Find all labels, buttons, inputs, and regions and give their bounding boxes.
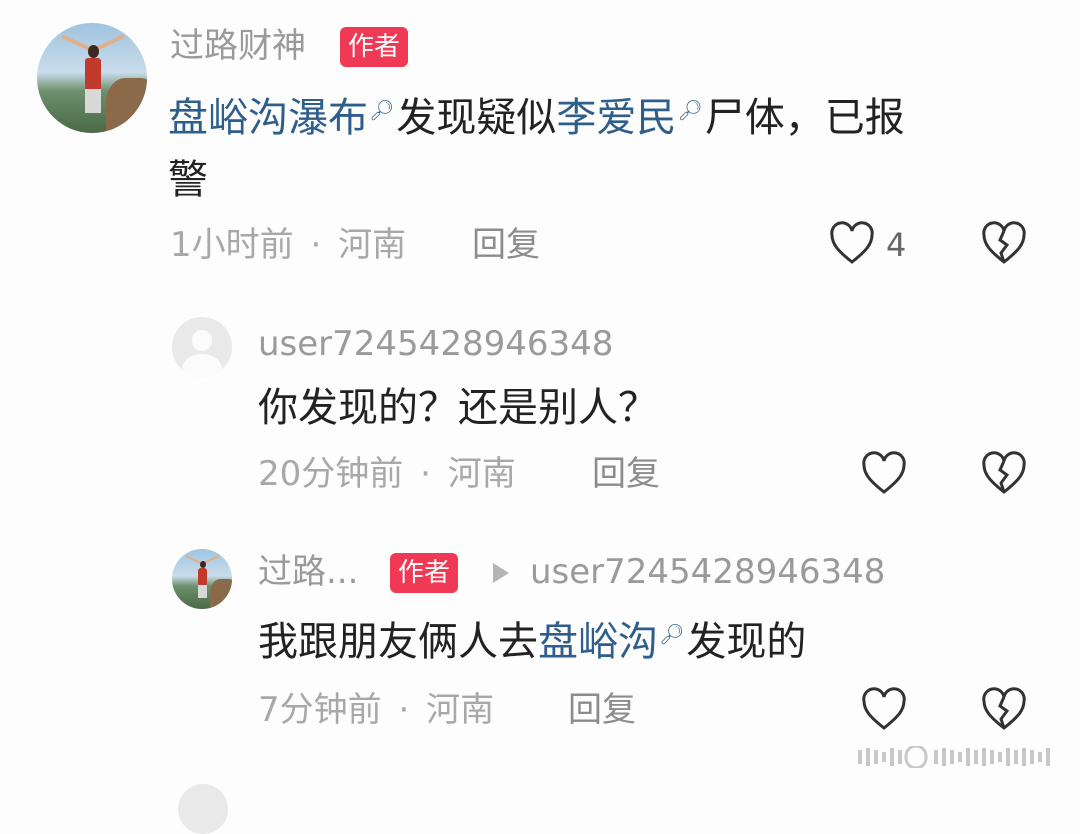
search-icon: 🔎︎ [369, 97, 395, 122]
broken-heart-icon [982, 451, 1026, 494]
comment-meta: 20分钟前 · 河南 [258, 457, 516, 491]
search-icon: 🔎︎ [659, 621, 685, 646]
comment-author-name[interactable]: 过路... [258, 555, 358, 589]
heart-icon [862, 687, 906, 730]
reply-button[interactable]: 回复 [472, 228, 540, 262]
dislike-button[interactable] [980, 220, 1028, 268]
comment-text: 盘峪沟瀑布🔎︎发现疑似李爱民🔎︎尸体，已报 [168, 88, 905, 148]
watermark-logo [858, 746, 1050, 768]
comment-text-segment: 发现疑似 [396, 95, 557, 141]
reply-button[interactable]: 回复 [592, 457, 660, 491]
meta-separator: · [398, 690, 410, 730]
comment-location: 河南 [426, 690, 495, 730]
author-avatar[interactable] [172, 549, 232, 609]
author-avatar[interactable] [37, 23, 147, 133]
heart-icon [862, 451, 906, 494]
meta-separator: · [420, 454, 431, 494]
comment-text: 我跟朋友俩人去盘峪沟🔎︎发现的 [258, 612, 806, 672]
meta-separator: · [310, 225, 322, 265]
comment-location: 河南 [338, 225, 407, 265]
like-count: 4 [886, 226, 907, 264]
comment-meta: 7分钟前 · 河南 [258, 693, 494, 727]
like-button[interactable] [860, 686, 908, 734]
author-badge: 作者 [340, 27, 409, 67]
author-badge: 作者 [390, 553, 459, 593]
comment-text-segment: 发现的 [686, 619, 807, 665]
broken-heart-icon [982, 687, 1026, 730]
reply-to-user[interactable]: user7245428946348 [530, 555, 885, 589]
comment-text-segment: 尸体，已报 [704, 95, 905, 141]
comment-location: 河南 [447, 454, 516, 494]
comment-text-segment: 我跟朋友俩人去 [258, 619, 538, 665]
broken-heart-icon [982, 221, 1026, 264]
reply-button[interactable]: 回复 [568, 693, 636, 727]
like-button[interactable] [860, 450, 908, 498]
dislike-button[interactable] [980, 686, 1028, 734]
triangle-right-icon [493, 563, 509, 583]
like-button[interactable] [828, 220, 876, 268]
dislike-button[interactable] [980, 450, 1028, 498]
comment-time: 20分钟前 [258, 454, 404, 494]
comment-time: 1小时前 [170, 225, 294, 265]
comment-text: 你发现的？还是别人？ [258, 385, 658, 431]
search-link[interactable]: 盘峪沟 [538, 619, 658, 665]
comment-text-line2: 警 [168, 157, 208, 203]
search-link[interactable]: 李爱民 [556, 95, 676, 141]
search-link[interactable]: 盘峪沟瀑布 [168, 95, 368, 141]
heart-icon [830, 221, 874, 264]
user-avatar[interactable] [172, 317, 232, 377]
comment-author-name[interactable]: user7245428946348 [258, 327, 613, 361]
comment-author-name[interactable]: 过路财神 [170, 29, 306, 63]
search-icon: 🔎︎ [677, 97, 703, 122]
comment-meta: 1小时前 · 河南 [170, 228, 406, 262]
comment-time: 7分钟前 [258, 690, 382, 730]
